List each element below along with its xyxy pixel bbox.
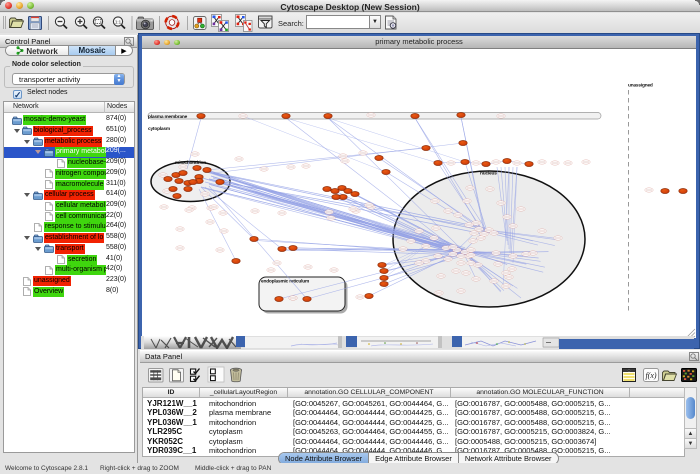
- svg-text:1:1: 1:1: [115, 19, 122, 24]
- svg-text:f(x): f(x): [645, 371, 656, 380]
- svg-text:plasma membrane: plasma membrane: [148, 114, 188, 120]
- svg-text:nucleus: nucleus: [480, 171, 497, 177]
- svg-text:unassigned: unassigned: [628, 83, 653, 89]
- svg-text:endoplasmic reticulum: endoplasmic reticulum: [261, 279, 309, 285]
- svg-text:mitochondrion: mitochondrion: [175, 160, 206, 166]
- svg-text:cytoplasm: cytoplasm: [148, 126, 170, 132]
